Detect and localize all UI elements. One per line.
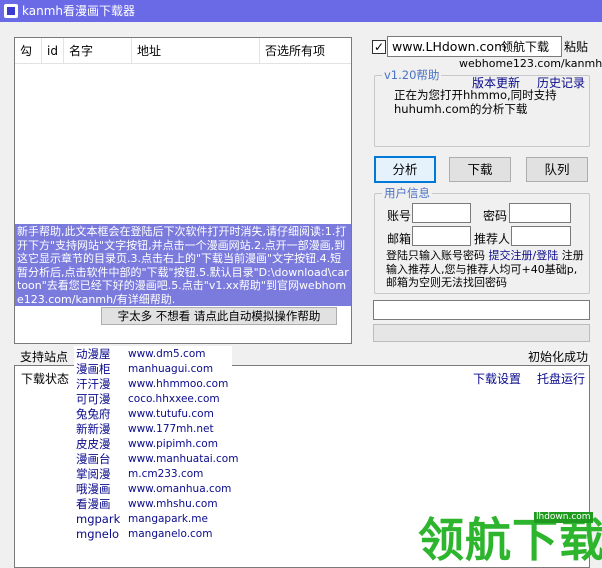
account-label: 账号 xyxy=(387,209,412,223)
site-item[interactable]: 漫画台 www.manhuatai.com xyxy=(74,452,238,467)
site-name: 漫画柜 xyxy=(76,362,111,376)
site-name: 兔兔府 xyxy=(76,407,111,421)
site-url: coco.hhxxee.com xyxy=(128,393,220,405)
site-url: www.tutufu.com xyxy=(128,408,214,420)
site-item[interactable]: mgpark mangapark.me xyxy=(74,512,232,527)
site-item[interactable]: 看漫画 www.mhshu.com xyxy=(74,497,232,512)
support-sites-button[interactable]: 支持站点 xyxy=(20,348,68,365)
analyze-button[interactable]: 分析 xyxy=(374,156,436,183)
site-url: m.cm233.com xyxy=(128,468,204,480)
app-icon xyxy=(4,4,18,18)
site-name: 掌阅漫 xyxy=(76,467,111,481)
site-item[interactable]: 兔兔府 www.tutufu.com xyxy=(74,407,232,422)
init-status-text: 初始化成功 xyxy=(528,350,589,364)
site-item[interactable]: 可可漫 coco.hhxxee.com xyxy=(74,392,232,407)
site-name: 动漫屋 xyxy=(76,347,111,361)
email-label: 邮箱 xyxy=(387,232,412,246)
site-url: www.mhshu.com xyxy=(128,498,218,510)
download-settings-link[interactable]: 下载设置 xyxy=(473,370,521,387)
queue-button[interactable]: 队列 xyxy=(526,157,588,182)
auto-help-button[interactable]: 字太多 不想看 请点此自动模拟操作帮助 xyxy=(101,307,337,325)
site-name: mgpark xyxy=(76,512,121,526)
user-info-title: 用户信息 xyxy=(382,186,432,200)
site-item[interactable]: 新新漫 www.177mh.net xyxy=(74,422,232,437)
submit-register-link[interactable]: 提交注册/登陆 xyxy=(489,249,559,262)
support-sites-popup: 动漫屋 www.dm5.com 漫画柜 manhuagui.com 汗汗漫 www.h… xyxy=(74,346,238,544)
site-url: www.dm5.com xyxy=(128,348,206,360)
site-item[interactable]: 漫画柜 manhuagui.com xyxy=(74,362,232,377)
site-name: 汗汗漫 xyxy=(76,377,111,391)
help-text-box[interactable]: 新手帮助,此文本框会在登陆后下次软件打开时消失,请仔细阅读:1.打开下方"支持网… xyxy=(15,224,351,306)
site-url: manganelo.com xyxy=(128,528,213,540)
col-address-header[interactable]: 地址 xyxy=(132,38,260,64)
site-name: 皮皮漫 xyxy=(76,437,111,451)
email-input[interactable] xyxy=(412,226,471,246)
site-url: www.pipimh.com xyxy=(128,438,218,450)
site-item[interactable]: 汗汗漫 www.hhmmoo.com xyxy=(74,377,232,392)
download-status-header[interactable]: 下载状态 xyxy=(21,370,69,387)
path-input[interactable] xyxy=(373,300,590,320)
site-name: 漫画台 xyxy=(76,452,111,466)
site-name: 哦漫画 xyxy=(76,482,111,496)
col-name-header[interactable]: 名字 xyxy=(64,38,132,64)
col-select-all-header[interactable]: 否选所有项 xyxy=(260,38,351,64)
url-value: www.LHdown.com xyxy=(392,39,507,54)
site-item[interactable]: 皮皮漫 www.pipimh.com xyxy=(74,437,232,452)
referrer-label: 推荐人 xyxy=(474,232,511,246)
site-url: www.manhuatai.com xyxy=(128,453,239,465)
download-current-link[interactable]: 领航下载 xyxy=(501,39,549,55)
site-url: www.omanhua.com xyxy=(128,483,232,495)
password-input[interactable] xyxy=(509,203,571,223)
window-title: kanmh看漫画下载器 xyxy=(22,4,135,18)
progress-bar xyxy=(373,324,590,342)
account-input[interactable] xyxy=(412,203,471,223)
site-name: 看漫画 xyxy=(76,497,111,511)
col-id-header[interactable]: id xyxy=(42,38,64,64)
watermark: 领航下载 lhdown.com xyxy=(414,512,602,568)
site-item[interactable]: 哦漫画 www.omanhua.com xyxy=(74,482,232,497)
password-label: 密码 xyxy=(483,209,508,223)
help-status-text: 正在为您打开hhmmo,同时支持huhumh.com的分析下载 xyxy=(394,88,557,116)
tray-run-link[interactable]: 托盘运行 xyxy=(537,370,585,387)
site-item[interactable]: mgnelo manganelo.com xyxy=(74,527,232,542)
login-note-prefix: 登陆只输入账号密码 xyxy=(386,249,485,262)
site-name: 可可漫 xyxy=(76,392,111,406)
col-check-header[interactable]: 勾 xyxy=(15,38,42,64)
site-item[interactable]: 掌阅漫 m.cm233.com xyxy=(74,467,232,482)
site-name: mgnelo xyxy=(76,527,120,541)
watermark-domain: lhdown.com xyxy=(534,512,593,523)
site-url: mangapark.me xyxy=(128,513,208,525)
site-url: manhuagui.com xyxy=(128,363,214,375)
site-url: www.177mh.net xyxy=(128,423,214,435)
download-button[interactable]: 下载 xyxy=(449,157,511,182)
site-url-text: webhome123.com/kanmh xyxy=(459,57,602,70)
site-name: 新新漫 xyxy=(76,422,111,436)
title-bar: kanmh看漫画下载器 xyxy=(0,0,602,22)
site-item[interactable]: 动漫屋 www.dm5.com xyxy=(74,347,232,362)
url-checkbox[interactable]: ✓ xyxy=(372,40,386,54)
help-group-title[interactable]: v1.20帮助 xyxy=(382,68,442,82)
login-note: 登陆只输入账号密码 提交注册/登陆 注册输入推荐人,您与推荐人均可+40基础p,… xyxy=(386,249,586,290)
site-url: www.hhmmoo.com xyxy=(128,378,229,390)
paste-button[interactable]: 粘贴 xyxy=(564,37,592,57)
list-header: 勾 id 名字 地址 否选所有项 xyxy=(15,38,351,64)
chapter-list[interactable]: 勾 id 名字 地址 否选所有项 新手帮助,此文本框会在登陆后下次软件打开时消失… xyxy=(14,37,352,344)
referrer-input[interactable] xyxy=(511,226,571,246)
